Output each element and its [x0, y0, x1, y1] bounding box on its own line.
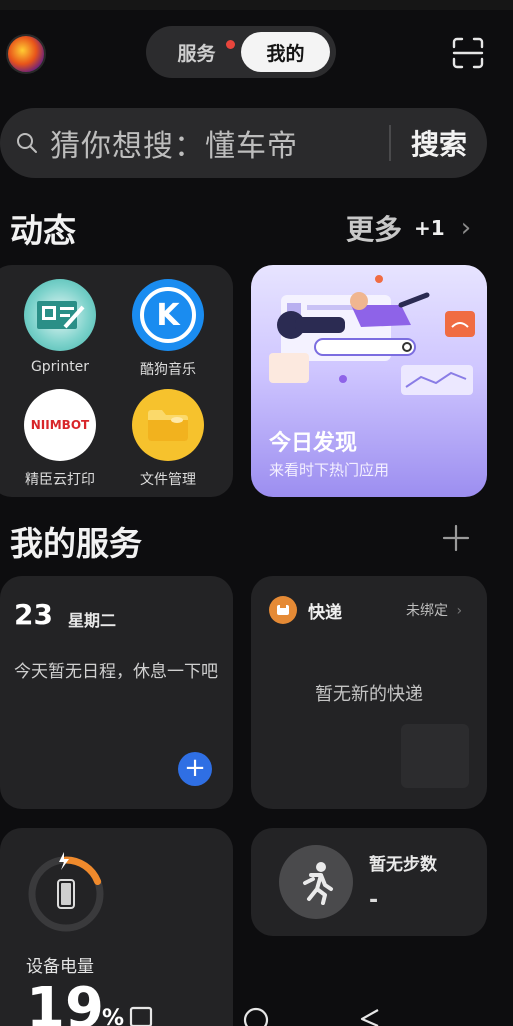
app-label: 酷狗音乐 [140, 362, 196, 378]
tab-services-label: 服务 [177, 42, 216, 65]
app-kugou[interactable]: K 酷狗音乐 [113, 279, 223, 379]
feed-title: 动态 [10, 211, 76, 250]
chevron-right-icon: › [460, 213, 472, 243]
search-bar[interactable]: 猜你想搜：懂车帝 搜索 [0, 108, 487, 178]
express-status-label: 未绑定 [406, 603, 448, 619]
app-niimbot[interactable]: NIIMBOT 精臣云打印 [5, 389, 115, 489]
system-nav-bar [129, 1006, 379, 1026]
package-icon [401, 724, 469, 788]
chevron-right-icon: › [456, 603, 463, 619]
recents-button[interactable] [129, 1006, 153, 1026]
calendar-card[interactable]: 23 星期二 今天暂无日程，休息一下吧 + [0, 576, 233, 809]
app-label: 精臣云打印 [25, 472, 95, 488]
app-file-manager[interactable]: 文件管理 [113, 389, 223, 489]
express-title: 快递 [308, 603, 342, 623]
discover-card[interactable]: 今日发现 来看时下热门应用 [251, 265, 487, 497]
feed-more-link[interactable]: 更多 +1 › [346, 208, 471, 248]
notification-dot [226, 40, 235, 49]
express-message: 暂无新的快递 [315, 684, 423, 705]
running-icon [279, 845, 353, 919]
express-card[interactable]: 快递 未绑定 › 暂无新的快递 [251, 576, 487, 809]
calendar-weekday: 星期二 [68, 611, 117, 630]
express-icon [269, 596, 297, 624]
discover-illustration [269, 275, 475, 395]
tab-mine-label: 我的 [266, 42, 305, 65]
back-button[interactable] [360, 1009, 379, 1026]
kugou-glyph: K [140, 287, 196, 343]
search-icon [17, 133, 37, 153]
search-button[interactable]: 搜索 [391, 123, 487, 163]
app-label: Gprinter [30, 359, 90, 375]
express-status[interactable]: 未绑定 › [406, 600, 462, 620]
user-avatar[interactable] [6, 34, 46, 74]
services-title: 我的服务 [10, 524, 142, 563]
discover-subtitle: 来看时下热门应用 [269, 461, 390, 479]
folder-icon [132, 389, 204, 461]
battery-label: 设备电量 [26, 957, 94, 977]
home-button[interactable] [243, 1007, 269, 1026]
top-segmented-control: 服务 我的 [146, 26, 336, 78]
more-count-badge: +1 [414, 216, 445, 240]
search-input[interactable]: 猜你想搜：懂车帝 [50, 121, 389, 165]
steps-title: 暂无步数 [369, 855, 437, 875]
add-service-icon[interactable] [440, 522, 472, 554]
status-bar [0, 0, 513, 10]
tab-mine[interactable]: 我的 [241, 32, 330, 72]
niimbot-icon: NIIMBOT [24, 389, 96, 461]
kugou-icon: K [132, 279, 204, 351]
discover-title: 今日发现 [269, 431, 358, 456]
steps-value: - [369, 888, 379, 913]
recent-apps-card: Gprinter K 酷狗音乐 NIIMBOT 精臣云打印 文件管理 [0, 265, 233, 497]
steps-card[interactable]: 暂无步数 - [251, 828, 487, 936]
battery-ring [28, 852, 104, 932]
scan-icon[interactable] [451, 36, 485, 70]
app-label: 文件管理 [140, 472, 196, 488]
calendar-day: 23 [14, 598, 53, 631]
more-label: 更多 [346, 213, 403, 246]
calendar-message: 今天暂无日程，休息一下吧 [14, 662, 218, 682]
gprinter-icon [24, 279, 96, 351]
add-event-button[interactable]: + [178, 752, 212, 786]
app-gprinter[interactable]: Gprinter [5, 279, 115, 375]
tab-services[interactable]: 服务 [152, 32, 241, 72]
